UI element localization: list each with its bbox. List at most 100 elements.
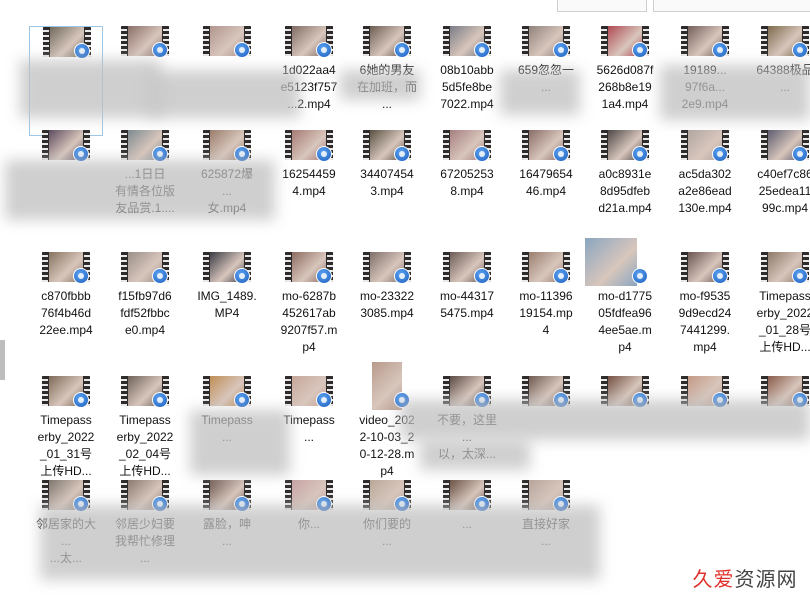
- filmstrip-holes: [522, 252, 528, 282]
- file-item[interactable]: 16254459 4.mp4: [272, 130, 346, 240]
- file-name: Timepass erby_2022 _02_04号 上传HD...: [116, 413, 174, 478]
- filmstrip-holes: [443, 130, 449, 160]
- filmstrip-holes: [121, 376, 127, 406]
- media-player-icon: [553, 268, 569, 284]
- file-name: 08b10abb 5d5fe8be 7022.mp4: [440, 63, 494, 111]
- file-name: IMG_1489. MP4: [197, 289, 257, 320]
- file-item[interactable]: 16479654 46.mp4: [509, 130, 583, 240]
- file-name: a0c8931e 8d95dfeb d21a.mp4: [598, 167, 652, 215]
- media-player-icon: [152, 392, 168, 408]
- file-item[interactable]: ac5da302 a2e86ead 130e.mp4: [668, 130, 742, 240]
- file-name: 34407454 3.mp4: [360, 167, 414, 198]
- watermark: 久爱资源网: [683, 564, 807, 596]
- file-name: mo-44317 5475.mp4: [439, 289, 495, 320]
- file-item[interactable]: 34407454 3.mp4: [350, 130, 424, 240]
- watermark-text-1: 久爱: [692, 569, 735, 591]
- blur-overlay: [20, 60, 160, 118]
- filmstrip-holes: [761, 130, 767, 160]
- file-item[interactable]: mo-11396 19154.mp 4: [509, 252, 583, 362]
- media-player-icon: [712, 268, 728, 284]
- filmstrip-holes: [363, 130, 369, 160]
- file-item[interactable]: c40ef7c86 25edea11 99c.mp4: [748, 130, 810, 240]
- watermark-text-2: 资源网: [734, 569, 798, 591]
- file-name: f15fb97d6 fdf52fbbc e0.mp4: [118, 289, 172, 337]
- media-player-icon: [73, 392, 89, 408]
- filmstrip-holes: [601, 26, 607, 56]
- file-item[interactable]: IMG_1489. MP4: [190, 252, 264, 362]
- filmstrip-holes: [121, 26, 127, 56]
- file-item[interactable]: mo-f9535 9d9ecd24 7441299. mp4: [668, 252, 742, 362]
- media-player-icon: [234, 392, 250, 408]
- media-player-icon: [474, 268, 490, 284]
- blur-overlay: [500, 70, 580, 115]
- file-name: ac5da302 a2e86ead 130e.mp4: [678, 167, 732, 215]
- thumbnail-frame: [585, 238, 637, 286]
- media-player-icon: [632, 268, 648, 284]
- file-item[interactable]: 5626d087f 268b8e19 1a4.mp4: [588, 26, 662, 136]
- media-player-icon: [632, 146, 648, 162]
- file-item[interactable]: 67205253 8.mp4: [430, 130, 504, 240]
- filmstrip-holes: [443, 252, 449, 282]
- media-player-icon: [316, 392, 332, 408]
- blur-overlay: [190, 410, 290, 475]
- media-player-icon: [474, 42, 490, 58]
- filmstrip-holes: [681, 26, 687, 56]
- filmstrip-holes: [443, 26, 449, 56]
- media-player-icon: [394, 42, 410, 58]
- filmstrip-holes: [42, 130, 48, 160]
- video-thumbnail: [585, 238, 637, 286]
- media-player-icon: [712, 146, 728, 162]
- blur-overlay: [340, 70, 420, 100]
- filmstrip-holes: [203, 376, 209, 406]
- media-player-icon: [74, 43, 90, 59]
- filmstrip-holes: [363, 252, 369, 282]
- file-item[interactable]: mo-44317 5475.mp4: [430, 252, 504, 362]
- file-item[interactable]: mo-23322 3085.mp4: [350, 252, 424, 362]
- file-name: 67205253 8.mp4: [440, 167, 494, 198]
- filmstrip-holes: [203, 26, 209, 56]
- filmstrip-holes: [761, 252, 767, 282]
- filmstrip-holes: [42, 376, 48, 406]
- file-item[interactable]: c870fbbb 76f4b46d 22ee.mp4: [29, 252, 103, 362]
- filmstrip-holes: [522, 130, 528, 160]
- media-player-icon: [73, 268, 89, 284]
- filmstrip-holes: [203, 130, 209, 160]
- filmstrip-holes: [285, 26, 291, 56]
- file-item[interactable]: mo-6287b 452617ab 9207f57.m p4: [272, 252, 346, 362]
- file-item[interactable]: 08b10abb 5d5fe8be 7022.mp4: [430, 26, 504, 136]
- filmstrip-holes: [121, 130, 127, 160]
- file-name: 16479654 46.mp4: [519, 167, 573, 198]
- media-player-icon: [394, 146, 410, 162]
- file-name: Timepass erby_2022 _01_28号 上传HD...: [756, 289, 810, 354]
- file-name: c870fbbb 76f4b46d 22ee.mp4: [39, 289, 93, 337]
- file-name: mo-f9535 9d9ecd24 7441299. mp4: [678, 289, 732, 354]
- filmstrip-holes: [363, 26, 369, 56]
- media-player-icon: [792, 42, 808, 58]
- filmstrip-holes: [285, 130, 291, 160]
- filmstrip-holes: [681, 130, 687, 160]
- file-item[interactable]: Timepass erby_2022 _01_31号 上传HD...: [29, 376, 103, 486]
- filmstrip-holes: [522, 26, 528, 56]
- file-item[interactable]: a0c8931e 8d95dfeb d21a.mp4: [588, 130, 662, 240]
- filmstrip-holes: [43, 27, 49, 57]
- file-item[interactable]: mo-d1775 05fdfea96 4ee5ae.m p4: [585, 238, 662, 362]
- blur-overlay: [150, 70, 300, 118]
- media-player-icon: [234, 268, 250, 284]
- file-item[interactable]: f15fb97d6 fdf52fbbc e0.mp4: [108, 252, 182, 362]
- media-player-icon: [394, 268, 410, 284]
- blur-overlay: [400, 400, 810, 440]
- file-name: mo-11396 19154.mp 4: [519, 289, 573, 337]
- filmstrip-holes: [285, 252, 291, 282]
- media-player-icon: [152, 268, 168, 284]
- file-name: 16254459 4.mp4: [282, 167, 336, 198]
- blur-overlay: [420, 440, 530, 470]
- file-name: mo-d1775 05fdfea96 4ee5ae.m p4: [597, 289, 653, 354]
- media-player-icon: [632, 42, 648, 58]
- file-item[interactable]: Timepass erby_2022 _02_04号 上传HD...: [108, 376, 182, 486]
- media-player-icon: [316, 268, 332, 284]
- media-player-icon: [474, 146, 490, 162]
- filmstrip-holes: [681, 252, 687, 282]
- media-player-icon: [792, 268, 808, 284]
- file-item[interactable]: Timepass erby_2022 _01_28号 上传HD...: [748, 252, 810, 362]
- file-name: 5626d087f 268b8e19 1a4.mp4: [596, 63, 654, 111]
